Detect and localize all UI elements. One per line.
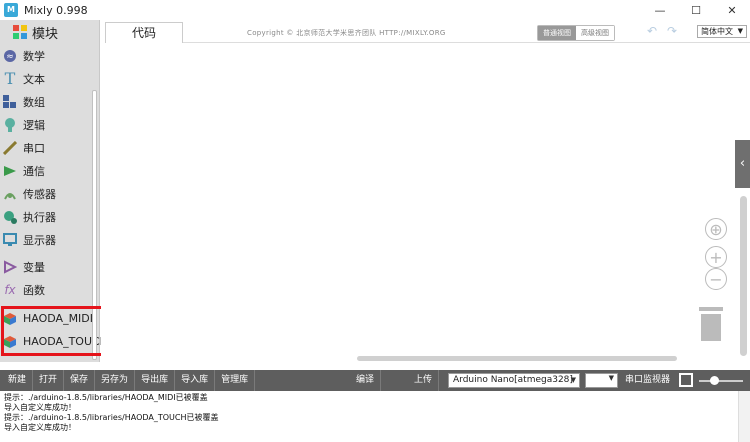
- app-logo-icon: M: [4, 3, 18, 17]
- communication-icon: [3, 164, 17, 178]
- mixly-window: M Mixly 0.998 — ☐ ✕ 模块 ≈ 数学 T 文本 数组 逻辑 串…: [0, 0, 750, 442]
- category-text[interactable]: T 文本: [0, 67, 45, 90]
- open-button[interactable]: 打开: [33, 370, 65, 391]
- upload-button[interactable]: 上传: [408, 370, 440, 391]
- title-bar: M Mixly 0.998 — ☐ ✕: [0, 0, 750, 20]
- import-library-button[interactable]: 导入库: [175, 370, 216, 391]
- annotation-highlight-box: [1, 306, 107, 356]
- display-icon: [3, 232, 17, 247]
- sidebar-header: 模块: [0, 20, 99, 44]
- category-label: 文本: [23, 72, 45, 86]
- category-label: 串口: [23, 141, 45, 155]
- export-library-button[interactable]: 导出库: [135, 370, 176, 391]
- array-icon: [3, 94, 17, 109]
- text-icon: T: [4, 69, 16, 88]
- board-value: Arduino Nano[atmega328]: [453, 375, 573, 385]
- chevron-down-icon: ▼: [570, 376, 576, 384]
- maximize-button[interactable]: ☐: [678, 0, 714, 20]
- category-function[interactable]: fx 函数: [0, 278, 45, 301]
- workspace-vertical-scrollbar[interactable]: [740, 196, 747, 356]
- category-logic[interactable]: 逻辑: [0, 113, 45, 136]
- category-label: 数学: [23, 49, 45, 63]
- blockly-workspace[interactable]: 代码 Copyright © 北京师范大学米思齐团队 HTTP://MIXLY.…: [101, 20, 750, 362]
- window-title: Mixly 0.998: [24, 3, 88, 17]
- svg-text:≈: ≈: [6, 52, 14, 62]
- category-label: 传感器: [23, 187, 56, 201]
- flyout-toggle-button[interactable]: ‹: [735, 140, 750, 188]
- blocks-icon: [12, 24, 28, 40]
- chevron-down-icon: ▼: [608, 374, 614, 382]
- console-line: 提示：./arduino-1.8.5/libraries/HAODA_TOUCH…: [4, 413, 219, 422]
- minimize-button[interactable]: —: [642, 0, 678, 20]
- category-actuator[interactable]: 执行器: [0, 205, 56, 228]
- trash-icon[interactable]: [697, 306, 725, 342]
- language-value: 简体中文: [701, 27, 733, 36]
- category-label: 数组: [23, 95, 45, 109]
- category-label: 通信: [23, 164, 45, 178]
- copyright-text: Copyright © 北京师范大学米思齐团队 HTTP://MIXLY.ORG: [247, 29, 446, 37]
- chevron-down-icon: ▼: [737, 27, 743, 35]
- bottom-toolbar: 新建 打开 保存 另存为 导出库 导入库 管理库 编译 上传 Arduino N…: [0, 370, 750, 391]
- actuator-icon: [3, 210, 17, 224]
- category-serial[interactable]: 串口: [0, 136, 45, 159]
- zoom-in-icon[interactable]: +: [705, 246, 727, 268]
- close-button[interactable]: ✕: [714, 0, 750, 20]
- category-sensor[interactable]: 传感器: [0, 182, 56, 205]
- category-variable[interactable]: 变量: [0, 255, 45, 278]
- variable-icon: [3, 259, 17, 274]
- tab-divider: [183, 42, 750, 43]
- category-label: 显示器: [23, 233, 56, 247]
- normal-view-button[interactable]: 普通视图: [538, 26, 576, 40]
- console-line: 提示：./arduino-1.8.5/libraries/HAODA_MIDI已…: [4, 393, 208, 402]
- port-select[interactable]: ▼: [585, 373, 618, 388]
- category-label: 执行器: [23, 210, 56, 224]
- serial-monitor-button[interactable]: 串口监视器: [625, 370, 670, 391]
- console-line: 导入自定义库成功！: [4, 423, 76, 432]
- console-line: 导入自定义库成功！: [4, 403, 76, 412]
- undo-icon[interactable]: ↶: [647, 24, 657, 38]
- category-array[interactable]: 数组: [0, 90, 45, 113]
- category-display[interactable]: 显示器: [0, 228, 56, 251]
- save-button[interactable]: 保存: [64, 370, 96, 391]
- slider-handle[interactable]: [710, 376, 719, 385]
- language-select[interactable]: 简体中文 ▼: [697, 25, 747, 38]
- tab-code[interactable]: 代码: [105, 22, 183, 43]
- workspace-horizontal-scrollbar[interactable]: [357, 356, 677, 361]
- sidebar-header-label: 模块: [32, 26, 59, 42]
- category-label: 逻辑: [23, 118, 45, 132]
- compile-button[interactable]: 编译: [350, 370, 382, 391]
- manage-library-button[interactable]: 管理库: [215, 370, 256, 391]
- category-communication[interactable]: 通信: [0, 159, 45, 182]
- output-console: 提示：./arduino-1.8.5/libraries/HAODA_MIDI已…: [0, 391, 750, 442]
- view-toggle: 普通视图 高级视图: [537, 25, 615, 41]
- math-icon: ≈: [3, 49, 17, 63]
- redo-icon[interactable]: ↷: [667, 24, 677, 38]
- serial-icon: [3, 140, 17, 155]
- category-label: 变量: [23, 260, 45, 274]
- sensor-icon: [3, 187, 17, 201]
- console-scrollbar[interactable]: [738, 391, 750, 442]
- window-controls: — ☐ ✕: [642, 0, 750, 20]
- save-as-button[interactable]: 另存为: [95, 370, 136, 391]
- logic-icon: [3, 117, 17, 132]
- category-math[interactable]: ≈ 数学: [0, 44, 45, 67]
- new-button[interactable]: 新建: [0, 370, 34, 391]
- board-select[interactable]: Arduino Nano[atmega328] ▼: [448, 373, 580, 388]
- advanced-view-button[interactable]: 高级视图: [576, 26, 614, 40]
- recenter-icon[interactable]: ⊕: [705, 218, 727, 240]
- function-icon: fx: [4, 282, 16, 297]
- category-label: 函数: [23, 283, 45, 297]
- font-size-slider[interactable]: [699, 380, 743, 382]
- chip-icon[interactable]: [679, 373, 693, 387]
- zoom-out-icon[interactable]: −: [705, 268, 727, 290]
